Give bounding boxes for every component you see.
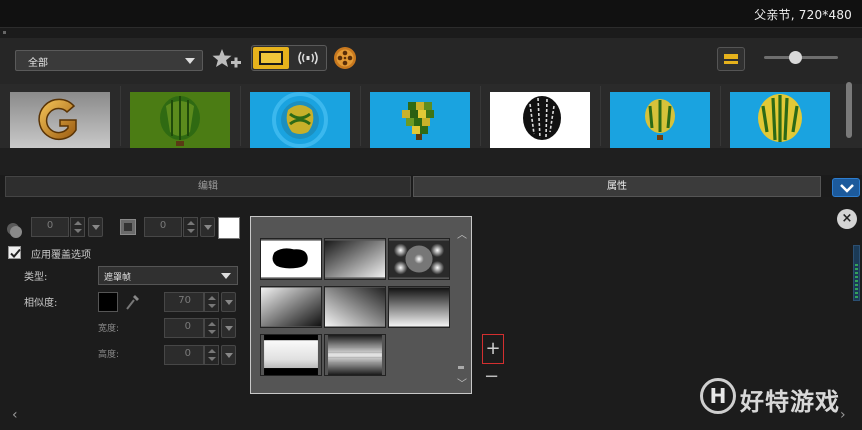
thumbnail-balloon-blue-large[interactable] <box>730 92 830 148</box>
width-spin-button[interactable] <box>204 318 219 338</box>
level-meter <box>853 245 860 301</box>
similarity-value: 70 <box>178 295 191 306</box>
chevron-down-icon <box>221 273 231 279</box>
shadow-icon <box>7 223 22 238</box>
audio-wave-icon <box>298 51 318 65</box>
shadow-value: 0 <box>46 220 54 231</box>
close-icon[interactable]: × <box>837 209 857 229</box>
overlay-options-checkbox[interactable] <box>8 246 21 259</box>
height-value: 0 <box>184 348 191 359</box>
layout-toggle-button[interactable] <box>717 47 745 71</box>
mask-thumb-brush[interactable] <box>260 238 322 280</box>
mask-scroll-up-icon[interactable]: ︿ <box>457 226 467 241</box>
project-info-label: 父亲节, 720*480 <box>754 8 852 22</box>
thumbnail-strip-scrollbar[interactable] <box>846 82 852 138</box>
audio-filter-button[interactable] <box>291 47 325 69</box>
scroll-right-icon[interactable]: › <box>840 407 846 423</box>
chevron-down-icon <box>185 58 195 64</box>
width-value: 0 <box>184 321 191 332</box>
panel-grip[interactable] <box>3 31 6 34</box>
title-bar: 父亲节, 720*480 <box>0 0 862 28</box>
similarity-label: 相似度: <box>24 298 58 309</box>
tab-properties[interactable]: 属性 <box>413 176 821 197</box>
mask-thumb-corner[interactable] <box>260 286 322 328</box>
layout-icon <box>724 54 738 59</box>
similarity-dropdown[interactable] <box>221 292 236 312</box>
add-favorite-icon[interactable] <box>212 46 242 74</box>
mask-thumb-band[interactable] <box>260 334 322 376</box>
mask-gallery-scrollbar[interactable] <box>458 366 464 369</box>
library-filter-value: 全部 <box>28 58 48 69</box>
remove-mask-button[interactable]: − <box>484 366 499 387</box>
height-dropdown[interactable] <box>221 345 236 365</box>
border-icon <box>120 219 136 235</box>
panel-divider <box>0 148 862 175</box>
mask-thumb-diagonal[interactable] <box>324 238 386 280</box>
film-reel-icon[interactable] <box>333 46 357 70</box>
shadow-stepper[interactable]: 0 <box>31 217 69 237</box>
type-value: 遮罩帧 <box>104 273 132 283</box>
add-mask-button[interactable]: + <box>482 334 504 364</box>
mask-scroll-down-icon[interactable]: ﹀ <box>457 375 467 390</box>
watermark-logo: H <box>700 378 736 414</box>
type-select[interactable]: 遮罩帧 <box>98 266 238 285</box>
thumbnail-gold-g[interactable] <box>10 92 110 148</box>
height-stepper[interactable]: 0 <box>164 345 204 365</box>
border-dropdown[interactable] <box>200 217 215 237</box>
shadow-spin-button[interactable] <box>70 217 85 237</box>
zoom-slider-thumb[interactable] <box>789 51 802 64</box>
library-filter-select[interactable]: 全部 <box>15 50 203 71</box>
mask-thumb-spots[interactable] <box>388 238 450 280</box>
height-spin-button[interactable] <box>204 345 219 365</box>
checkmark-icon <box>10 248 21 258</box>
similarity-spin-button[interactable] <box>204 292 219 312</box>
thumbnail-balloon-ripple[interactable] <box>250 92 350 148</box>
thumbnail-balloon-blue-small[interactable] <box>610 92 710 148</box>
border-value: 0 <box>159 220 167 231</box>
shadow-dropdown[interactable] <box>88 217 103 237</box>
scroll-left-icon[interactable]: ‹ <box>12 407 18 423</box>
border-stepper[interactable]: 0 <box>144 217 182 237</box>
thumbnail-balloon-mosaic[interactable] <box>370 92 470 148</box>
thumbnail-balloon-bw[interactable] <box>490 92 590 148</box>
border-color-swatch[interactable] <box>218 217 240 239</box>
width-stepper[interactable]: 0 <box>164 318 204 338</box>
film-icon <box>259 51 283 65</box>
mask-thumb-reverse-diagonal[interactable] <box>324 286 386 328</box>
eyedropper-icon[interactable] <box>124 293 140 311</box>
type-label: 类型: <box>24 272 48 283</box>
overlay-options-label: 应用覆盖选项 <box>31 250 91 261</box>
mask-thumb-soft-band[interactable] <box>324 334 386 376</box>
height-label: 高度: <box>98 350 120 360</box>
collapse-panel-button[interactable] <box>832 178 860 197</box>
mask-thumb-vertical[interactable] <box>388 286 450 328</box>
similarity-color-swatch[interactable] <box>98 292 118 312</box>
thumbnail-balloon-green[interactable] <box>130 92 230 148</box>
width-dropdown[interactable] <box>221 318 236 338</box>
tab-edit[interactable]: 编辑 <box>5 176 411 197</box>
chevron-down-icon <box>840 184 854 193</box>
width-label: 宽度: <box>98 324 120 334</box>
border-spin-button[interactable] <box>183 217 198 237</box>
similarity-stepper[interactable]: 70 <box>164 292 204 312</box>
watermark-text: 好特游戏 <box>740 388 840 416</box>
video-filter-button[interactable] <box>253 47 289 69</box>
